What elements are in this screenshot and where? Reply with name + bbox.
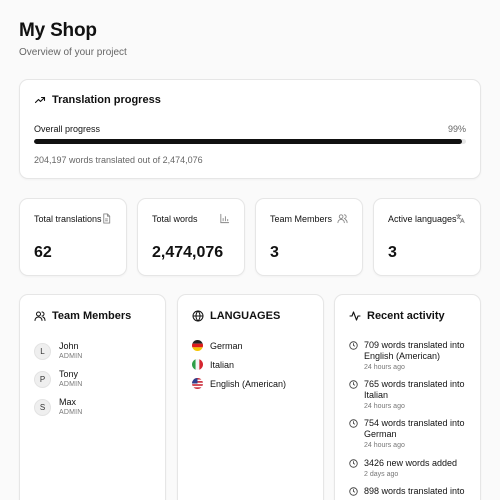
stat-value: 3 — [270, 244, 279, 261]
activity-time: 24 hours ago — [364, 442, 405, 449]
stat-value: 2,474,076 — [152, 244, 224, 261]
team-card-title: Team Members — [52, 310, 132, 322]
recent-activity-card: Recent activity 709 words translated int… — [334, 294, 481, 500]
page-title: My Shop — [19, 20, 97, 41]
stat-card-total-translations: Total translations 62 — [19, 198, 127, 276]
progress-bar-fill — [34, 139, 462, 144]
activity-item: 709 words translated into English (Ameri… — [349, 340, 472, 373]
clock-icon — [349, 419, 358, 428]
activity-text: 3426 new words added — [364, 458, 458, 468]
trending-up-icon — [34, 96, 46, 104]
flag-us-icon — [192, 378, 203, 389]
stat-label: Active languages — [388, 214, 457, 224]
activity-item: 754 words translated into German 24 hours… — [349, 418, 472, 451]
stat-value: 3 — [388, 244, 397, 261]
member-role: ADMIN — [59, 409, 83, 416]
globe-icon — [192, 310, 204, 322]
activity-card-title: Recent activity — [367, 310, 445, 322]
language-item[interactable]: German — [192, 340, 243, 351]
activity-time: 24 hours ago — [364, 403, 405, 410]
activity-item: 898 words translated into — [349, 486, 472, 497]
languages-card: LANGUAGES German Italian English (Americ… — [177, 294, 324, 500]
activity-text: 754 words translated into German — [364, 418, 465, 439]
page-subtitle: Overview of your project — [19, 47, 127, 58]
member-role: ADMIN — [59, 381, 83, 388]
progress-note: 204,197 words translated out of 2,474,07… — [34, 155, 203, 165]
users-icon — [34, 311, 46, 321]
member-name: Tony — [59, 369, 79, 379]
overall-progress-percent: 99% — [447, 124, 466, 134]
activity-time: 24 hours ago — [364, 364, 405, 371]
team-member-item[interactable]: P Tony ADMIN — [34, 369, 83, 389]
languages-card-title: LANGUAGES — [210, 310, 281, 322]
team-members-card: Team Members L John ADMIN P Tony ADMIN S… — [19, 294, 166, 500]
activity-item: 765 words translated into Italian 24 hour… — [349, 379, 472, 412]
stat-label: Total translations — [34, 214, 102, 224]
language-name: German — [210, 340, 243, 351]
progress-bar — [34, 139, 466, 144]
activity-time: 2 days ago — [364, 471, 399, 478]
progress-card-header: Translation progress — [34, 94, 161, 106]
stat-card-active-languages: Active languages 3 — [373, 198, 481, 276]
stat-card-total-words: Total words 2,474,076 — [137, 198, 245, 276]
member-name: Max — [59, 397, 77, 407]
translate-icon — [455, 213, 465, 224]
overall-progress-label: Overall progress — [34, 124, 101, 134]
language-item[interactable]: English (American) — [192, 378, 286, 389]
stat-value: 62 — [34, 244, 52, 261]
language-name: English (American) — [210, 378, 287, 389]
language-name: Italian — [210, 359, 235, 370]
team-member-item[interactable]: L John ADMIN — [34, 341, 83, 361]
bar-chart-icon — [220, 213, 230, 224]
clock-icon — [349, 341, 358, 350]
team-member-item[interactable]: S Max ADMIN — [34, 397, 83, 417]
avatar: S — [34, 398, 51, 416]
progress-card-title: Translation progress — [52, 94, 161, 106]
clock-icon — [349, 459, 358, 468]
stat-label: Total words — [152, 214, 198, 224]
clock-icon — [349, 487, 358, 496]
activity-card-header: Recent activity — [349, 310, 445, 322]
users-icon — [337, 214, 348, 224]
clock-icon — [349, 380, 358, 389]
team-card-header: Team Members — [34, 310, 131, 322]
languages-card-header: LANGUAGES — [192, 310, 280, 322]
activity-text: 765 words translated into Italian — [364, 379, 465, 400]
avatar: P — [34, 370, 51, 388]
activity-icon — [349, 311, 361, 321]
avatar: L — [34, 342, 51, 360]
stat-card-team-members: Team Members 3 — [255, 198, 363, 276]
language-item[interactable]: Italian — [192, 359, 234, 370]
document-icon — [103, 213, 111, 224]
activity-item: 3426 new words added 2 days ago — [349, 458, 472, 480]
member-name: John — [59, 341, 79, 351]
stat-label: Team Members — [270, 214, 333, 224]
flag-de-icon — [192, 340, 203, 351]
activity-text: 709 words translated into English (Ameri… — [364, 340, 465, 361]
flag-it-icon — [192, 359, 203, 370]
translation-progress-card: Translation progress Overall progress 99… — [19, 79, 481, 179]
activity-text: 898 words translated into — [364, 486, 465, 496]
member-role: ADMIN — [59, 353, 83, 360]
